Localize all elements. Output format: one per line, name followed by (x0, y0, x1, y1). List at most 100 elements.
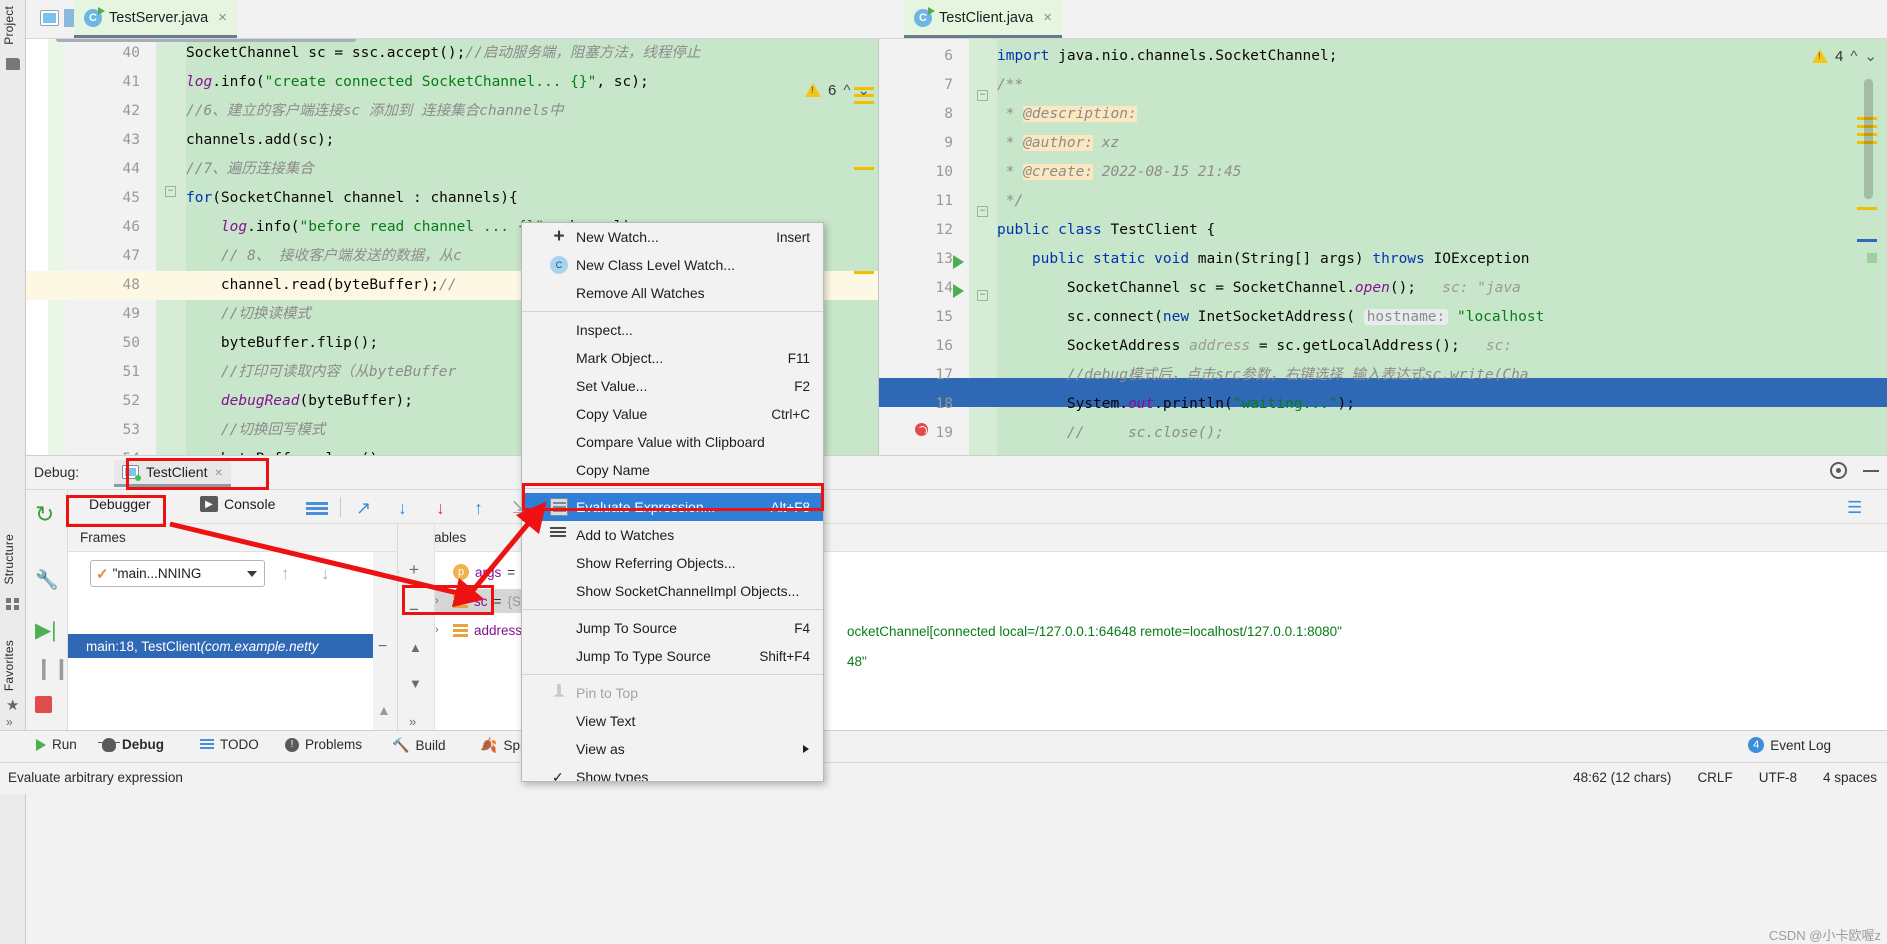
code-line[interactable]: channel.read(byteBuffer);// (186, 271, 457, 300)
menu-item-copy-name[interactable]: Copy Name (522, 456, 823, 484)
code-line[interactable]: import java.nio.channels.SocketChannel; (997, 42, 1337, 71)
code-line[interactable]: * @create: 2022-08-15 21:45 (997, 158, 1241, 187)
event-log-button[interactable]: 4 Event Log (1748, 737, 1831, 753)
editor-vscrollbar[interactable] (1864, 79, 1873, 199)
menu-item-new-watch[interactable]: + New Watch... Insert (522, 223, 823, 251)
frame-list-item[interactable]: main:18, TestClient (com.example.netty (68, 634, 397, 658)
menu-item-show-referring-objects[interactable]: Show Referring Objects... (522, 549, 823, 577)
menu-item-compare-value-with-clipboard[interactable]: Compare Value with Clipboard (522, 428, 823, 456)
gear-icon[interactable] (1830, 462, 1847, 479)
inspection-widget[interactable]: 4 ^ ⌄ (1812, 47, 1877, 65)
editor-tab-testclient[interactable]: C TestClient.java × (904, 0, 1063, 38)
code-line[interactable]: System.out.println("waiting..."); (997, 390, 1355, 419)
code-line[interactable]: byteBuffer.flip(); (186, 329, 378, 358)
tab-console[interactable]: ▶ Console (200, 496, 275, 512)
tool-window-button-structure[interactable]: Structure (2, 534, 16, 585)
menu-item-evaluate-expression[interactable]: Evaluate Expression... Alt+F8 (522, 493, 823, 521)
status-tab-build[interactable]: 🔨 Build (392, 737, 445, 754)
more-icon[interactable]: » (409, 714, 416, 729)
chevron-right-icon[interactable]: » (6, 716, 20, 728)
move-down-icon[interactable]: ↓ (321, 564, 330, 584)
code-line[interactable]: * @author: xz (997, 129, 1119, 158)
code-line[interactable]: //切换回写模式 (186, 416, 325, 445)
chevron-up-icon[interactable]: ^ (1850, 48, 1857, 65)
menu-item-view-text[interactable]: View Text (522, 707, 823, 735)
editor-tab-testserver[interactable]: C TestServer.java × (74, 0, 237, 38)
run-method-icon[interactable] (953, 284, 964, 298)
project-view-icon[interactable] (40, 10, 59, 26)
code-line[interactable]: */ (997, 187, 1023, 216)
menu-item-new-class-level-watch[interactable]: C New Class Level Watch... (522, 251, 823, 279)
breakpoint-icon[interactable] (915, 423, 928, 436)
code-line[interactable]: public static void main(String[] args) t… (997, 245, 1530, 274)
step-over-icon[interactable]: ↗ (356, 498, 378, 518)
fold-marker-icon[interactable]: − (977, 90, 988, 101)
scroll-up-icon[interactable]: ▲ (377, 702, 391, 718)
menu-item-copy-value[interactable]: Copy Value Ctrl+C (522, 400, 823, 428)
code-line[interactable]: channels.add(sc); (186, 126, 334, 155)
code-editor-testclient[interactable]: 6 import java.nio.channels.SocketChannel;… (878, 39, 1887, 455)
chevron-down-icon[interactable]: ⌄ (1864, 47, 1877, 65)
remove-watch-icon[interactable]: − (409, 600, 419, 620)
code-line[interactable]: debugRead(byteBuffer); (186, 387, 413, 416)
scroll-up-icon[interactable]: ▲ (409, 640, 422, 655)
tool-window-button-favorites[interactable]: Favorites (2, 640, 16, 691)
resume-program-icon[interactable]: ▶| (35, 618, 60, 643)
close-icon[interactable]: × (218, 9, 227, 26)
status-tab-todo[interactable]: TODO (200, 737, 259, 752)
code-line[interactable]: } (997, 448, 1041, 455)
stop-icon[interactable] (35, 696, 52, 713)
code-line[interactable]: // 8、 接收客户端发送的数据，从c (186, 242, 462, 271)
settings-icon[interactable]: ☰ (1847, 498, 1869, 518)
thread-selector[interactable]: ✓ "main...NNING (90, 560, 265, 587)
fold-marker-icon[interactable]: − (165, 186, 176, 197)
code-line[interactable]: SocketAddress address = sc.getLocalAddre… (997, 332, 1512, 361)
code-line[interactable]: //7、遍历连接集合 (186, 155, 314, 184)
menu-item-show-socketchannelimpl-objects[interactable]: Show SocketChannelImpl Objects... (522, 577, 823, 605)
encoding-widget[interactable]: UTF-8 (1759, 770, 1797, 785)
menu-item-remove-all-watches[interactable]: Remove All Watches (522, 279, 823, 307)
caret-position-widget[interactable]: 48:62 (12 chars) (1573, 770, 1671, 785)
menu-item-jump-to-source[interactable]: Jump To Source F4 (522, 614, 823, 642)
menu-item-add-to-watches[interactable]: Add to Watches (522, 521, 823, 549)
code-line[interactable]: /** (997, 71, 1023, 100)
code-line[interactable]: //debug模式后，点击src参数，右键选择 输入表达式sc.write(Ch… (997, 361, 1529, 390)
code-line[interactable]: byteBuffer.clear(); (186, 445, 387, 455)
code-line[interactable]: // sc.close(); (997, 419, 1224, 448)
tab-debugger[interactable]: Debugger (89, 496, 151, 512)
code-line[interactable]: public class TestClient { (997, 216, 1215, 245)
variable-context-menu[interactable]: + New Watch... Insert C New Class Level Watc… (521, 222, 824, 782)
menu-item-jump-to-type-source[interactable]: Jump To Type Source Shift+F4 (522, 642, 823, 670)
step-into-icon[interactable]: ↓ (398, 498, 420, 518)
code-line[interactable]: SocketChannel sc = ssc.accept();//启动服务端，… (186, 39, 700, 68)
code-line[interactable]: log.info("create connected SocketChannel… (186, 68, 649, 97)
fold-marker-icon[interactable]: − (977, 206, 988, 217)
code-line[interactable]: SocketChannel sc = SocketChannel.open();… (997, 274, 1521, 303)
chevron-down-icon[interactable]: ⌄ (857, 81, 870, 99)
code-line[interactable]: for(SocketChannel channel : channels){ (186, 184, 518, 213)
inspection-widget[interactable]: 6 ^ ⌄ (805, 81, 870, 99)
close-icon[interactable]: × (1043, 9, 1052, 26)
add-watch-icon[interactable]: + (409, 560, 419, 580)
chevron-up-icon[interactable]: ^ (843, 82, 850, 99)
wrench-icon[interactable]: 🔧 (35, 568, 60, 593)
fold-gutter[interactable] (156, 39, 186, 455)
run-class-icon[interactable] (953, 255, 964, 269)
tool-window-button-project[interactable]: Project (2, 6, 16, 45)
minimize-icon[interactable] (1863, 469, 1879, 472)
chevron-down-icon[interactable] (247, 570, 257, 577)
code-line[interactable]: //切换读模式 (186, 300, 311, 329)
scroll-down-icon[interactable]: ▼ (409, 676, 422, 691)
indent-widget[interactable]: 4 spaces (1823, 770, 1877, 785)
code-line[interactable]: * @description: (997, 100, 1137, 129)
menu-item-set-value[interactable]: Set Value... F2 (522, 372, 823, 400)
editor-hscrollbar[interactable] (56, 39, 356, 42)
menu-item-inspect[interactable]: Inspect... (522, 316, 823, 344)
menu-item-view-as[interactable]: View as (522, 735, 823, 763)
line-separator-widget[interactable]: CRLF (1697, 770, 1732, 785)
code-line[interactable]: sc.connect(new InetSocketAddress( hostna… (997, 303, 1544, 332)
code-line[interactable]: //打印可读取内容（从byteBuffer (186, 358, 456, 387)
layout-settings-icon[interactable] (306, 502, 328, 515)
pause-icon[interactable]: ❙❙ (35, 656, 70, 681)
status-tab-problems[interactable]: ! Problems (285, 737, 362, 752)
